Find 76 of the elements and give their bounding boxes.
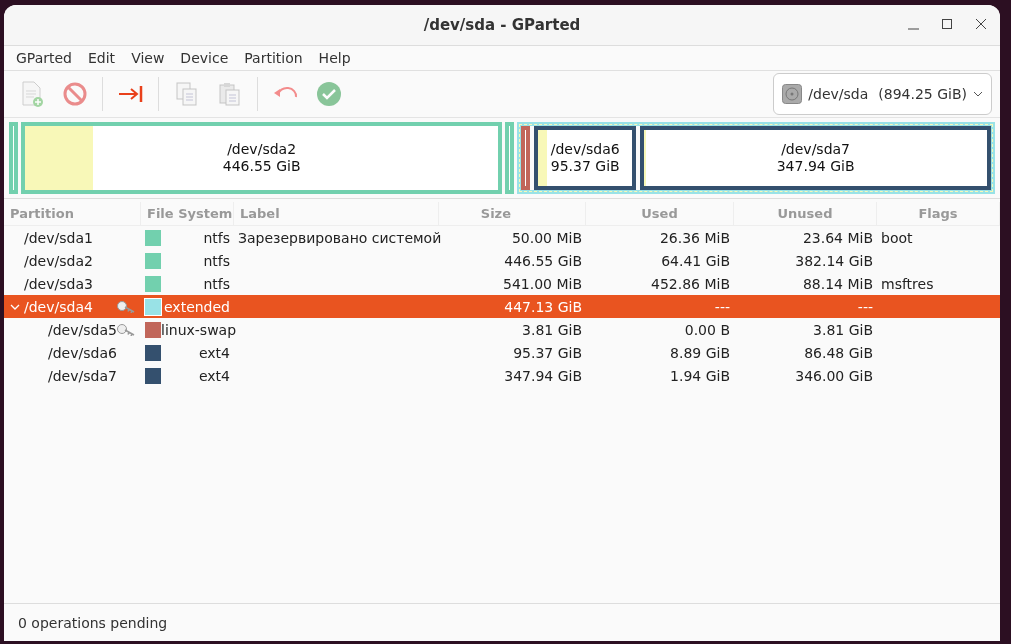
- partition-segment[interactable]: /dev/sda7 347.94 GiB: [640, 126, 991, 190]
- menu-item[interactable]: Device: [172, 50, 237, 66]
- menu-item[interactable]: Edit: [80, 50, 124, 66]
- window-title: /dev/sda - GParted: [423, 16, 581, 34]
- partition-row[interactable]: /dev/sda4 extended 447.13 GiB --- ---: [4, 295, 1000, 318]
- size-text: 50.00 MiB: [511, 229, 582, 246]
- dropdown-caret-icon: [973, 91, 983, 97]
- partition-row[interactable]: /dev/sda3 ntfs 541.00 MiB 452.86 MiB 88.14 MiB msftres: [4, 272, 1000, 295]
- device-size: (894.25 GiB): [878, 86, 967, 102]
- copy-icon: [176, 82, 198, 106]
- no-entry-icon: [63, 82, 87, 106]
- device-name: /dev/sda: [808, 86, 869, 102]
- minimize-icon: [907, 28, 919, 30]
- flags-text: boot: [881, 229, 913, 246]
- partition-segment[interactable]: [9, 122, 18, 194]
- used-text: 26.36 MiB: [659, 229, 730, 246]
- filesystem-text: ntfs: [203, 252, 230, 269]
- partition-name: /dev/sda2: [24, 252, 93, 269]
- menu-item[interactable]: Partition: [236, 50, 311, 66]
- partition-name: /dev/sda4: [24, 298, 93, 315]
- used-text: ---: [714, 298, 730, 315]
- label-text: Зарезервировано системой: [238, 229, 442, 246]
- partition-name: /dev/sda6: [48, 344, 117, 361]
- unused-text: 3.81 GiB: [813, 321, 873, 338]
- used-text: 452.86 MiB: [651, 275, 730, 292]
- unused-text: 382.14 GiB: [795, 252, 873, 269]
- menu-item[interactable]: Help: [310, 50, 359, 66]
- used-text: 8.89 GiB: [670, 344, 730, 361]
- paste-icon: [219, 82, 241, 106]
- menu-item[interactable]: GParted: [8, 50, 80, 66]
- check-circle-icon: [317, 82, 341, 106]
- filesystem-text: ntfs: [203, 229, 230, 246]
- menu-item[interactable]: View: [123, 50, 173, 66]
- partition-name: /dev/sda7: [48, 367, 117, 384]
- partition-segment[interactable]: /dev/sda2 446.55 GiB: [21, 122, 503, 194]
- filesystem-text: linux-swap: [161, 321, 237, 338]
- size-text: 446.55 GiB: [504, 252, 582, 269]
- new-document-icon: [20, 81, 44, 107]
- partition-segment[interactable]: /dev/sda6 95.37 GiB: [534, 126, 637, 190]
- flags-text: msftres: [881, 275, 934, 292]
- device-selector[interactable]: /dev/sda (894.25 GiB): [773, 73, 992, 115]
- extended-partition-segment[interactable]: /dev/sda6 95.37 GiB /dev/sda7 347.94 GiB: [517, 122, 995, 194]
- unused-text: 86.48 GiB: [804, 344, 873, 361]
- filesystem-text: ntfs: [203, 275, 230, 292]
- partition-row[interactable]: /dev/sda1 ntfs Зарезервировано системой 50.00 MiB 26.36 MiB 23.64 MiB boot: [4, 226, 1000, 249]
- partition-name: /dev/sda1: [24, 229, 93, 246]
- filesystem-text: extended: [164, 298, 230, 315]
- size-text: 541.00 MiB: [503, 275, 582, 292]
- partition-name: /dev/sda5: [48, 321, 117, 338]
- size-text: 3.81 GiB: [522, 321, 582, 338]
- status-text: 0 operations pending: [18, 614, 168, 631]
- size-text: 447.13 GiB: [504, 298, 582, 315]
- unused-text: 88.14 MiB: [802, 275, 873, 292]
- arrow-to-bar-icon: [118, 84, 144, 104]
- unused-text: ---: [857, 298, 873, 315]
- used-text: 1.94 GiB: [670, 367, 730, 384]
- partition-row[interactable]: /dev/sda2 ntfs 446.55 GiB 64.41 GiB 382.14 GiB: [4, 249, 1000, 272]
- partition-label: /dev/sda7 347.94 GiB: [776, 141, 855, 175]
- partition-segment[interactable]: [505, 122, 515, 194]
- partition-label: /dev/sda6 95.37 GiB: [550, 141, 620, 175]
- unused-text: 23.64 MiB: [802, 229, 873, 246]
- size-text: 347.94 GiB: [504, 367, 582, 384]
- partition-row[interactable]: /dev/sda7 ext4 347.94 GiB 1.94 GiB 346.00 GiB: [4, 364, 1000, 387]
- size-text: 95.37 GiB: [513, 344, 582, 361]
- used-text: 0.00 B: [684, 321, 730, 338]
- close-icon: [975, 18, 987, 30]
- used-text: 64.41 GiB: [661, 252, 730, 269]
- partition-name: /dev/sda3: [24, 275, 93, 292]
- filesystem-text: ext4: [198, 367, 230, 384]
- partition-row[interactable]: /dev/sda6 ext4 95.37 GiB 8.89 GiB 86.48 GiB: [4, 341, 1000, 364]
- partition-segment[interactable]: [521, 126, 531, 190]
- filesystem-text: ext4: [198, 344, 230, 361]
- partition-row[interactable]: /dev/sda5 linux-swap 3.81 GiB 0.00 B 3.81 GiB: [4, 318, 1000, 341]
- unused-text: 346.00 GiB: [795, 367, 873, 384]
- maximize-icon: [941, 18, 953, 30]
- partition-label: /dev/sda2 446.55 GiB: [222, 141, 301, 175]
